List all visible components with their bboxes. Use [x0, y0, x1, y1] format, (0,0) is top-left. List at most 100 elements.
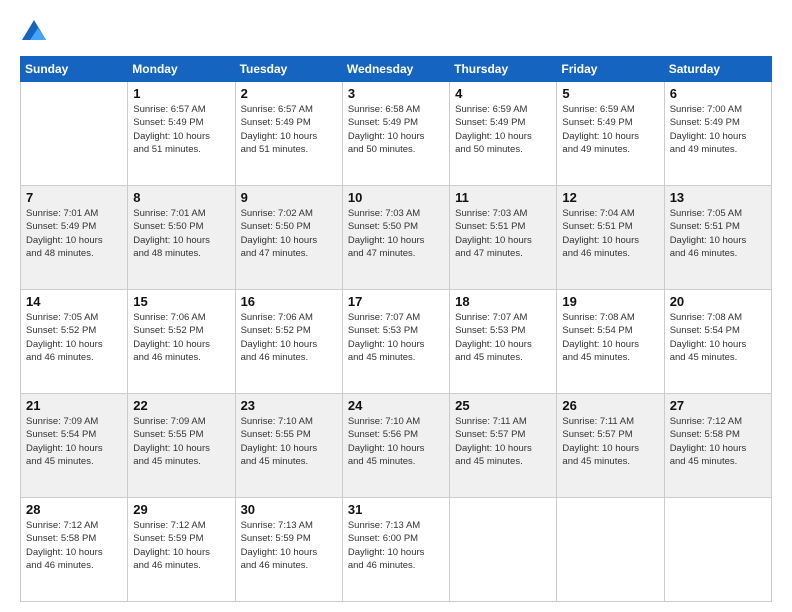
- day-number: 16: [241, 294, 337, 309]
- day-info: Sunrise: 7:03 AM Sunset: 5:51 PM Dayligh…: [455, 207, 551, 260]
- calendar-cell: 18Sunrise: 7:07 AM Sunset: 5:53 PM Dayli…: [450, 290, 557, 394]
- calendar-cell: 15 Sunrise: 7:06 AM Sunset: 5:52 PM Dayli…: [128, 290, 235, 394]
- calendar-table: SundayMondayTuesdayWednesdayThursdayFrid…: [20, 56, 772, 602]
- day-info: Sunrise: 7:05 AM Sunset: 5:52 PM Dayligh…: [26, 311, 122, 364]
- calendar-cell: [557, 498, 664, 602]
- calendar-cell: 31 Sunrise: 7:13 AM Sunset: 6:00 PM Dayli…: [342, 498, 449, 602]
- day-number: 7: [26, 190, 122, 205]
- day-info: Sunrise: 7:10 AM Sunset: 5:55 PM Dayligh…: [241, 415, 337, 468]
- day-number: 10: [348, 190, 444, 205]
- day-number: 27: [670, 398, 766, 413]
- calendar-week-row: 1 Sunrise: 6:57 AM Sunset: 5:49 PM Daylig…: [21, 82, 772, 186]
- day-number: 25: [455, 398, 551, 413]
- day-info: Sunrise: 7:12 AM Sunset: 5:58 PM Dayligh…: [670, 415, 766, 468]
- day-number: 22: [133, 398, 229, 413]
- calendar-cell: [664, 498, 771, 602]
- calendar-cell: 1 Sunrise: 6:57 AM Sunset: 5:49 PM Daylig…: [128, 82, 235, 186]
- calendar-cell: 8Sunrise: 7:01 AM Sunset: 5:50 PM Daylig…: [128, 186, 235, 290]
- day-number: 4: [455, 86, 551, 101]
- day-number: 29: [133, 502, 229, 517]
- day-number: 3: [348, 86, 444, 101]
- day-info: Sunrise: 7:06 AM Sunset: 5:52 PM Dayligh…: [241, 311, 337, 364]
- calendar-week-row: 28 Sunrise: 7:12 AM Sunset: 5:58 PM Dayli…: [21, 498, 772, 602]
- calendar-week-row: 21 Sunrise: 7:09 AM Sunset: 5:54 PM Dayli…: [21, 394, 772, 498]
- day-number: 19: [562, 294, 658, 309]
- day-info: Sunrise: 7:00 AM Sunset: 5:49 PM Dayligh…: [670, 103, 766, 156]
- day-info: Sunrise: 7:08 AM Sunset: 5:54 PM Dayligh…: [670, 311, 766, 364]
- day-number: 2: [241, 86, 337, 101]
- calendar-cell: 12 Sunrise: 7:04 AM Sunset: 5:51 PM Dayli…: [557, 186, 664, 290]
- day-info: Sunrise: 7:08 AM Sunset: 5:54 PM Dayligh…: [562, 311, 658, 364]
- day-number: 9: [241, 190, 337, 205]
- day-info: Sunrise: 7:11 AM Sunset: 5:57 PM Dayligh…: [562, 415, 658, 468]
- calendar-cell: 29 Sunrise: 7:12 AM Sunset: 5:59 PM Dayli…: [128, 498, 235, 602]
- day-info: Sunrise: 7:07 AM Sunset: 5:53 PM Dayligh…: [348, 311, 444, 364]
- calendar-cell: 4Sunrise: 6:59 AM Sunset: 5:49 PM Daylig…: [450, 82, 557, 186]
- day-info: Sunrise: 7:07 AM Sunset: 5:53 PM Dayligh…: [455, 311, 551, 364]
- calendar-cell: 14 Sunrise: 7:05 AM Sunset: 5:52 PM Dayli…: [21, 290, 128, 394]
- calendar-cell: 21 Sunrise: 7:09 AM Sunset: 5:54 PM Dayli…: [21, 394, 128, 498]
- calendar-cell: 7Sunrise: 7:01 AM Sunset: 5:49 PM Daylig…: [21, 186, 128, 290]
- weekday-tuesday: Tuesday: [235, 57, 342, 82]
- calendar-cell: 16 Sunrise: 7:06 AM Sunset: 5:52 PM Dayli…: [235, 290, 342, 394]
- calendar-cell: 30 Sunrise: 7:13 AM Sunset: 5:59 PM Dayli…: [235, 498, 342, 602]
- calendar-cell: 19 Sunrise: 7:08 AM Sunset: 5:54 PM Dayli…: [557, 290, 664, 394]
- calendar-cell: 10 Sunrise: 7:03 AM Sunset: 5:50 PM Dayli…: [342, 186, 449, 290]
- day-info: Sunrise: 6:59 AM Sunset: 5:49 PM Dayligh…: [562, 103, 658, 156]
- header: [20, 18, 772, 46]
- day-number: 11: [455, 190, 551, 205]
- day-number: 5: [562, 86, 658, 101]
- logo: [20, 18, 52, 46]
- day-number: 24: [348, 398, 444, 413]
- day-info: Sunrise: 7:02 AM Sunset: 5:50 PM Dayligh…: [241, 207, 337, 260]
- calendar-cell: 2 Sunrise: 6:57 AM Sunset: 5:49 PM Daylig…: [235, 82, 342, 186]
- day-info: Sunrise: 6:57 AM Sunset: 5:49 PM Dayligh…: [241, 103, 337, 156]
- day-number: 30: [241, 502, 337, 517]
- day-info: Sunrise: 7:12 AM Sunset: 5:59 PM Dayligh…: [133, 519, 229, 572]
- weekday-header-row: SundayMondayTuesdayWednesdayThursdayFrid…: [21, 57, 772, 82]
- calendar-cell: 11 Sunrise: 7:03 AM Sunset: 5:51 PM Dayli…: [450, 186, 557, 290]
- calendar-cell: 24 Sunrise: 7:10 AM Sunset: 5:56 PM Dayli…: [342, 394, 449, 498]
- calendar-cell: 13 Sunrise: 7:05 AM Sunset: 5:51 PM Dayli…: [664, 186, 771, 290]
- weekday-monday: Monday: [128, 57, 235, 82]
- weekday-wednesday: Wednesday: [342, 57, 449, 82]
- day-info: Sunrise: 7:05 AM Sunset: 5:51 PM Dayligh…: [670, 207, 766, 260]
- calendar-cell: 20Sunrise: 7:08 AM Sunset: 5:54 PM Dayli…: [664, 290, 771, 394]
- weekday-sunday: Sunday: [21, 57, 128, 82]
- calendar-week-row: 14 Sunrise: 7:05 AM Sunset: 5:52 PM Dayli…: [21, 290, 772, 394]
- calendar-cell: 5 Sunrise: 6:59 AM Sunset: 5:49 PM Daylig…: [557, 82, 664, 186]
- day-info: Sunrise: 7:06 AM Sunset: 5:52 PM Dayligh…: [133, 311, 229, 364]
- day-info: Sunrise: 7:11 AM Sunset: 5:57 PM Dayligh…: [455, 415, 551, 468]
- day-info: Sunrise: 7:10 AM Sunset: 5:56 PM Dayligh…: [348, 415, 444, 468]
- day-number: 21: [26, 398, 122, 413]
- day-info: Sunrise: 7:03 AM Sunset: 5:50 PM Dayligh…: [348, 207, 444, 260]
- calendar-week-row: 7Sunrise: 7:01 AM Sunset: 5:49 PM Daylig…: [21, 186, 772, 290]
- day-info: Sunrise: 7:09 AM Sunset: 5:54 PM Dayligh…: [26, 415, 122, 468]
- calendar-cell: 26Sunrise: 7:11 AM Sunset: 5:57 PM Dayli…: [557, 394, 664, 498]
- day-number: 23: [241, 398, 337, 413]
- calendar-cell: 9 Sunrise: 7:02 AM Sunset: 5:50 PM Daylig…: [235, 186, 342, 290]
- calendar-cell: [450, 498, 557, 602]
- day-number: 6: [670, 86, 766, 101]
- calendar-cell: 17 Sunrise: 7:07 AM Sunset: 5:53 PM Dayli…: [342, 290, 449, 394]
- day-number: 28: [26, 502, 122, 517]
- day-number: 14: [26, 294, 122, 309]
- day-info: Sunrise: 7:04 AM Sunset: 5:51 PM Dayligh…: [562, 207, 658, 260]
- day-info: Sunrise: 7:13 AM Sunset: 6:00 PM Dayligh…: [348, 519, 444, 572]
- day-number: 12: [562, 190, 658, 205]
- calendar-cell: 3 Sunrise: 6:58 AM Sunset: 5:49 PM Daylig…: [342, 82, 449, 186]
- day-info: Sunrise: 7:12 AM Sunset: 5:58 PM Dayligh…: [26, 519, 122, 572]
- day-info: Sunrise: 6:57 AM Sunset: 5:49 PM Dayligh…: [133, 103, 229, 156]
- day-info: Sunrise: 7:13 AM Sunset: 5:59 PM Dayligh…: [241, 519, 337, 572]
- weekday-thursday: Thursday: [450, 57, 557, 82]
- day-number: 17: [348, 294, 444, 309]
- logo-icon: [20, 18, 48, 46]
- weekday-friday: Friday: [557, 57, 664, 82]
- day-number: 15: [133, 294, 229, 309]
- day-info: Sunrise: 6:58 AM Sunset: 5:49 PM Dayligh…: [348, 103, 444, 156]
- day-info: Sunrise: 7:09 AM Sunset: 5:55 PM Dayligh…: [133, 415, 229, 468]
- day-number: 1: [133, 86, 229, 101]
- calendar-cell: 27 Sunrise: 7:12 AM Sunset: 5:58 PM Dayli…: [664, 394, 771, 498]
- day-number: 13: [670, 190, 766, 205]
- day-number: 31: [348, 502, 444, 517]
